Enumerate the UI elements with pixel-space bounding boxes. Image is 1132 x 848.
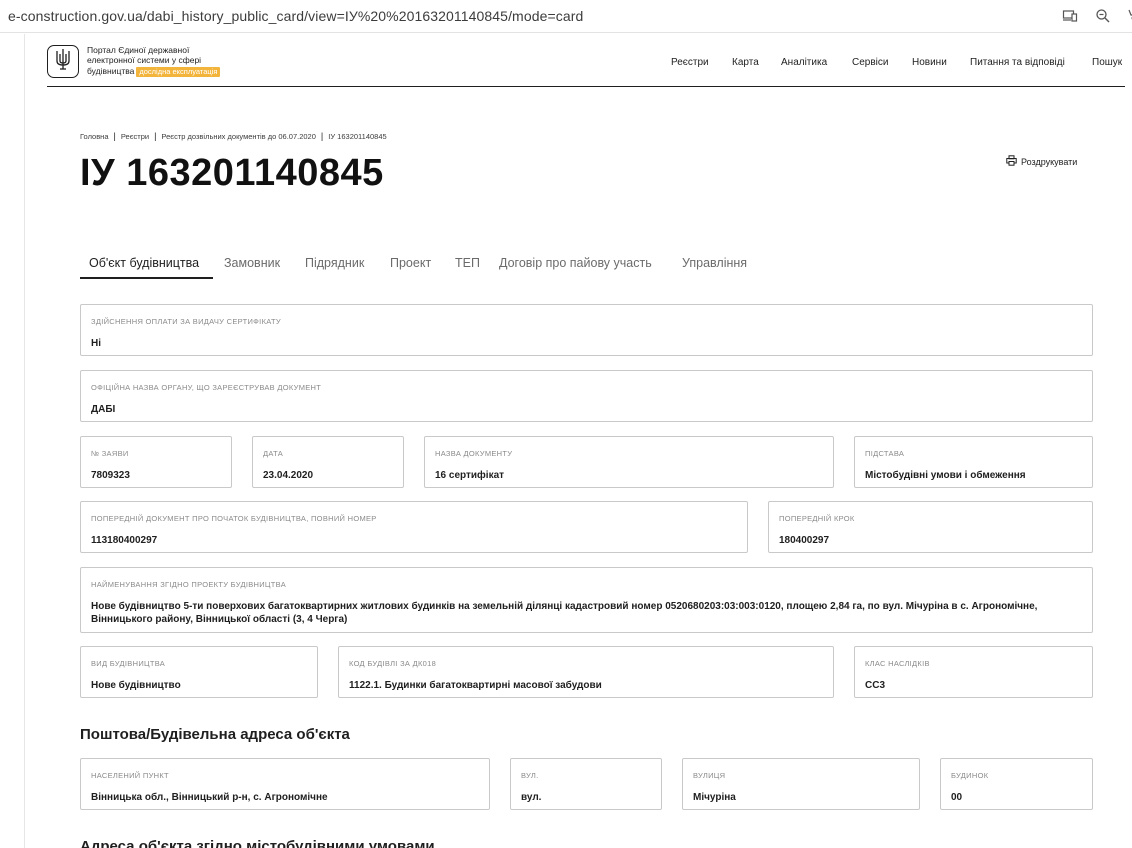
nav-news[interactable]: Новини	[912, 57, 947, 68]
print-button[interactable]: Роздрукувати	[1006, 155, 1077, 168]
active-tab-indicator	[80, 277, 213, 279]
field-label: Вулиця	[693, 771, 726, 780]
field-construction-type: Вид будівництва Нове будівництво	[80, 646, 318, 698]
field-label: Клас наслідків	[865, 659, 930, 668]
field-date: Дата 23.04.2020	[252, 436, 404, 488]
tab-project[interactable]: Проект	[390, 256, 431, 270]
field-label: Код будівлі за ДК018	[349, 659, 437, 668]
tab-contractor[interactable]: Підрядник	[305, 256, 364, 270]
breadcrumb-current: ІУ 163201140845	[328, 132, 387, 141]
portal-line-3: будівництва	[87, 65, 135, 76]
field-label: Назва документу	[435, 449, 513, 458]
field-label: Вид будівництва	[91, 659, 166, 668]
tab-construction-object[interactable]: Об'єкт будівництва	[89, 256, 199, 270]
portal-name[interactable]: Портал Єдиної державної електронної сист…	[87, 45, 221, 77]
field-label: Вул.	[521, 771, 539, 780]
field-value: Нове будівництво	[91, 680, 181, 691]
field-label: Населений пункт	[91, 771, 169, 780]
field-basis: Підстава Містобудівні умови і обмеження	[854, 436, 1093, 488]
field-label: Попередній крок	[779, 514, 855, 523]
field-value: Мічуріна	[693, 792, 736, 803]
site-logo[interactable]	[47, 45, 79, 78]
tab-share-agreement[interactable]: Договір про пайову участь	[499, 256, 652, 270]
browser-address-bar[interactable]: e-construction.gov.ua/dabi_history_publi…	[0, 0, 1132, 33]
field-value: Вінницька обл., Вінницький р-н, с. Агрон…	[91, 792, 328, 803]
nav-faq[interactable]: Питання та відповіді	[970, 57, 1065, 68]
field-label: № заяви	[91, 449, 129, 458]
breadcrumb-registries[interactable]: Реєстри	[121, 132, 149, 141]
printer-icon	[1006, 155, 1017, 168]
field-label: Дата	[263, 449, 284, 458]
field-value: 23.04.2020	[263, 470, 314, 481]
field-value: 16 сертифікат	[435, 470, 505, 481]
nav-registries[interactable]: Реєстри	[671, 57, 709, 68]
url-text[interactable]: e-construction.gov.ua/dabi_history_publi…	[8, 8, 583, 24]
field-value: 1122.1. Будинки багатоквартирні масової …	[349, 680, 602, 691]
portal-line-1: Портал Єдиної державної	[87, 45, 190, 55]
breadcrumb-registry[interactable]: Реєстр дозвільних документів до 06.07.20…	[161, 132, 316, 141]
urban-conditions-address-title: Адреса об'єкта згідно містобудівними умо…	[80, 838, 435, 848]
bookmark-icon[interactable]	[1126, 8, 1132, 24]
nav-search[interactable]: Пошук	[1092, 57, 1122, 68]
field-document-name: Назва документу 16 сертифікат	[424, 436, 834, 488]
breadcrumb-home[interactable]: Головна	[80, 132, 109, 141]
field-building-code: Код будівлі за ДК018 1122.1. Будинки баг…	[338, 646, 834, 698]
tab-tep[interactable]: ТЕП	[455, 256, 480, 270]
field-value: 113180400297	[91, 535, 158, 546]
field-consequence-class: Клас наслідків СС3	[854, 646, 1093, 698]
field-value: 180400297	[779, 535, 830, 546]
devices-icon[interactable]	[1062, 8, 1078, 24]
field-street: Вулиця Мічуріна	[682, 758, 920, 810]
tab-management[interactable]: Управління	[682, 256, 747, 270]
field-application-number: № заяви 7809323	[80, 436, 232, 488]
field-authority: Офіційна назва органу, що зареєстрував д…	[80, 370, 1093, 422]
field-value: 7809323	[91, 470, 130, 481]
print-label: Роздрукувати	[1021, 156, 1078, 167]
field-label: Найменування згідно проекту будівництва	[91, 580, 287, 589]
portal-line-2: електронної системи у сфері	[87, 55, 202, 66]
field-previous-step: Попередній крок 180400297	[768, 501, 1093, 553]
field-label: Попередній документ про початок будівниц…	[91, 514, 377, 523]
field-label: Здійснення оплати за видачу сертифікату	[91, 317, 281, 326]
field-project-name: Найменування згідно проекту будівництва …	[80, 567, 1093, 633]
field-building-number: Будинок 00	[940, 758, 1093, 810]
field-settlement: Населений пункт Вінницька обл., Вінницьк…	[80, 758, 490, 810]
page-title: ІУ 163201140845	[80, 152, 384, 194]
field-value: Ні	[91, 338, 101, 349]
field-value: ДАБІ	[91, 404, 116, 415]
beta-badge: дослідна експлуатація	[136, 66, 221, 77]
field-payment: Здійснення оплати за видачу сертифікату …	[80, 304, 1093, 356]
field-label: Підстава	[865, 449, 905, 458]
header-divider	[47, 86, 1125, 87]
field-value: вул.	[521, 792, 542, 803]
zoom-icon[interactable]	[1095, 8, 1111, 24]
nav-analytics[interactable]: Аналітика	[781, 57, 827, 68]
field-label: Офіційна назва органу, що зареєстрував д…	[91, 383, 322, 392]
address-section-title: Поштова/Будівельна адреса об'єкта	[80, 726, 350, 743]
field-street-type: Вул. вул.	[510, 758, 662, 810]
nav-services[interactable]: Сервіси	[852, 57, 888, 68]
tab-customer[interactable]: Замовник	[224, 256, 280, 270]
field-label: Будинок	[951, 771, 989, 780]
breadcrumb: Головна | Реєстри | Реєстр дозвільних докуме…	[80, 131, 387, 141]
field-previous-document: Попередній документ про початок будівниц…	[80, 501, 748, 553]
field-value: 00	[951, 792, 963, 803]
nav-map[interactable]: Карта	[732, 57, 759, 68]
field-value: СС3	[865, 680, 886, 691]
trident-icon	[55, 48, 71, 75]
page-edge	[24, 34, 25, 848]
field-value: Містобудівні умови і обмеження	[865, 470, 1026, 481]
field-value: Нове будівництво 5-ти поверхових багаток…	[91, 601, 1038, 625]
